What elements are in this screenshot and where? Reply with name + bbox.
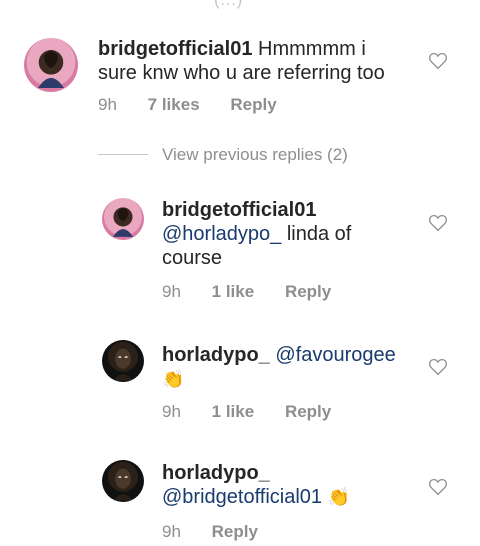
reply-username[interactable]: horladypo_	[162, 462, 270, 484]
heart-icon[interactable]	[428, 214, 448, 232]
heart-icon[interactable]	[428, 358, 448, 376]
previous-text-fragment: (…)	[214, 0, 242, 10]
reply-username[interactable]: bridgetofficial01	[162, 199, 316, 221]
clap-emoji: 👏	[162, 369, 185, 389]
reply-likes[interactable]: 1 like	[212, 282, 255, 301]
reply-likes[interactable]: 1 like	[212, 402, 255, 421]
reply-body: horladypo_ @bridgetofficial01 👏	[162, 461, 422, 509]
reply-time: 9h	[162, 282, 181, 301]
mention-link[interactable]: @horladypo_	[162, 223, 281, 245]
reply-text: linda of	[281, 223, 352, 245]
reply-meta: 9h 1 like Reply	[162, 402, 357, 422]
avatar-image	[113, 468, 133, 501]
comment-body: bridgetofficial01 Hmmmmm i sure knw who …	[98, 37, 418, 85]
reply-meta: 9h Reply	[162, 522, 284, 542]
divider-line	[98, 154, 148, 155]
comment-username[interactable]: bridgetofficial01	[98, 38, 252, 60]
reply-username[interactable]: horladypo_	[162, 344, 270, 366]
reply-body: horladypo_ @favourogee 👏	[162, 343, 412, 391]
reply-button[interactable]: Reply	[285, 402, 331, 421]
avatar[interactable]	[102, 340, 144, 382]
heart-icon[interactable]	[428, 52, 448, 70]
view-previous-replies[interactable]: View previous replies (2)	[162, 145, 348, 165]
comment-likes[interactable]: 7 likes	[148, 95, 200, 114]
mention-link[interactable]: @favourogee	[275, 344, 395, 366]
reply-body: bridgetofficial01 @horladypo_ linda of c…	[162, 198, 412, 270]
reply-button[interactable]: Reply	[212, 522, 258, 541]
avatar[interactable]	[102, 460, 144, 502]
comment-time: 9h	[98, 95, 117, 114]
heart-icon[interactable]	[428, 478, 448, 496]
reply-meta: 9h 1 like Reply	[162, 282, 357, 302]
avatar[interactable]	[102, 198, 144, 240]
avatar-image	[112, 208, 134, 237]
reply-button[interactable]: Reply	[230, 95, 276, 114]
comment-text-line2: sure knw who u are referring too	[98, 62, 385, 84]
reply-time: 9h	[162, 522, 181, 541]
reply-button[interactable]: Reply	[285, 282, 331, 301]
reply-text-line2: course	[162, 247, 223, 269]
avatar-image	[113, 348, 133, 381]
comment-meta: 9h 7 likes Reply	[98, 95, 303, 115]
comment-text: Hmmmmm i	[258, 38, 366, 60]
avatar-image	[38, 51, 64, 88]
mention-link[interactable]: @bridgetofficial01	[162, 486, 322, 508]
clap-emoji: 👏	[327, 487, 351, 507]
reply-time: 9h	[162, 402, 181, 421]
avatar[interactable]	[24, 38, 78, 92]
